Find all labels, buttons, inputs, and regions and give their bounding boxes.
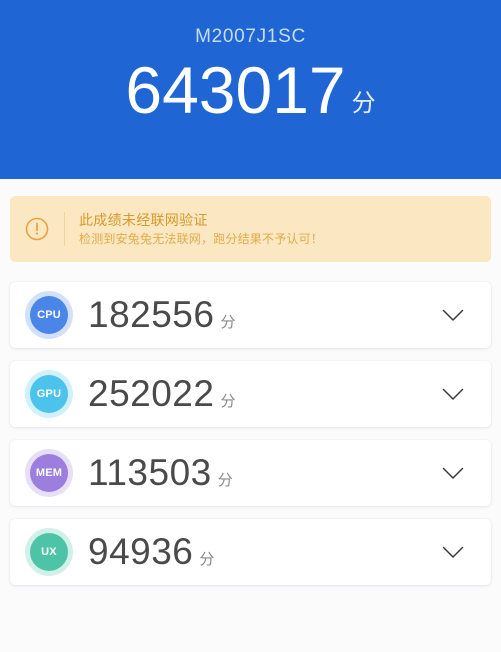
verification-warning-banner: 此成绩未经联网验证 检测到安兔兔无法联网，跑分结果不予认可！ — [10, 196, 491, 262]
score-header: M2007J1SC 643017 分 — [0, 0, 501, 179]
gpu-score-value: 252022 — [88, 373, 215, 414]
total-score-unit: 分 — [351, 90, 376, 117]
mem-score-unit: 分 — [217, 472, 233, 489]
ux-badge: UX — [30, 533, 68, 571]
chevron-down-icon[interactable] — [441, 544, 465, 560]
chevron-down-icon[interactable] — [441, 465, 465, 481]
chevron-down-icon[interactable] — [441, 386, 465, 402]
score-card-ux[interactable]: UX 94936 分 — [10, 519, 491, 585]
exclamation-circle-icon — [10, 216, 64, 242]
cpu-score-value: 182556 — [88, 294, 215, 335]
mem-score-value: 113503 — [88, 452, 212, 493]
gpu-badge-label: GPU — [36, 388, 62, 400]
mem-badge-label: MEM — [35, 467, 63, 479]
gpu-badge: GPU — [30, 375, 68, 413]
ux-score-value: 94936 — [88, 531, 194, 572]
ux-badge-label: UX — [41, 546, 57, 558]
chevron-down-icon[interactable] — [441, 307, 465, 323]
score-card-gpu[interactable]: GPU 252022 分 — [10, 361, 491, 427]
gpu-badge-group: GPU — [18, 363, 80, 425]
ux-badge-group: UX — [18, 521, 80, 583]
benchmark-result-screen: M2007J1SC 643017 分 此成绩未经联网验证 检测到安兔兔无法联网，跑… — [0, 0, 501, 652]
ux-score-group: 94936 分 — [88, 532, 214, 572]
warning-detail: 检测到安兔兔无法联网，跑分结果不予认可！ — [79, 232, 324, 246]
mem-score-group: 113503 分 — [88, 453, 233, 493]
total-score-value: 643017 — [125, 53, 346, 127]
device-model-label: M2007J1SC — [195, 26, 306, 47]
cpu-score-unit: 分 — [220, 314, 236, 331]
mem-badge: MEM — [30, 454, 68, 492]
gpu-score-group: 252022 分 — [88, 374, 235, 414]
score-card-mem[interactable]: MEM 113503 分 — [10, 440, 491, 506]
banner-divider — [64, 212, 65, 246]
mem-badge-group: MEM — [18, 442, 80, 504]
cpu-score-group: 182556 分 — [88, 295, 235, 335]
total-score-group: 643017 分 — [0, 57, 501, 123]
warning-title: 此成绩未经联网验证 — [79, 212, 208, 228]
cpu-badge: CPU — [30, 296, 68, 334]
score-card-cpu[interactable]: CPU 182556 分 — [10, 282, 491, 348]
cpu-badge-label: CPU — [37, 309, 61, 321]
ux-score-unit: 分 — [199, 551, 215, 568]
cpu-badge-group: CPU — [18, 284, 80, 346]
gpu-score-unit: 分 — [220, 393, 236, 410]
score-card-list: CPU 182556 分 GPU 252022 分 MEM 113503 分 U… — [0, 282, 501, 598]
warning-text-group: 此成绩未经联网验证 检测到安兔兔无法联网，跑分结果不予认可！ — [79, 210, 323, 248]
